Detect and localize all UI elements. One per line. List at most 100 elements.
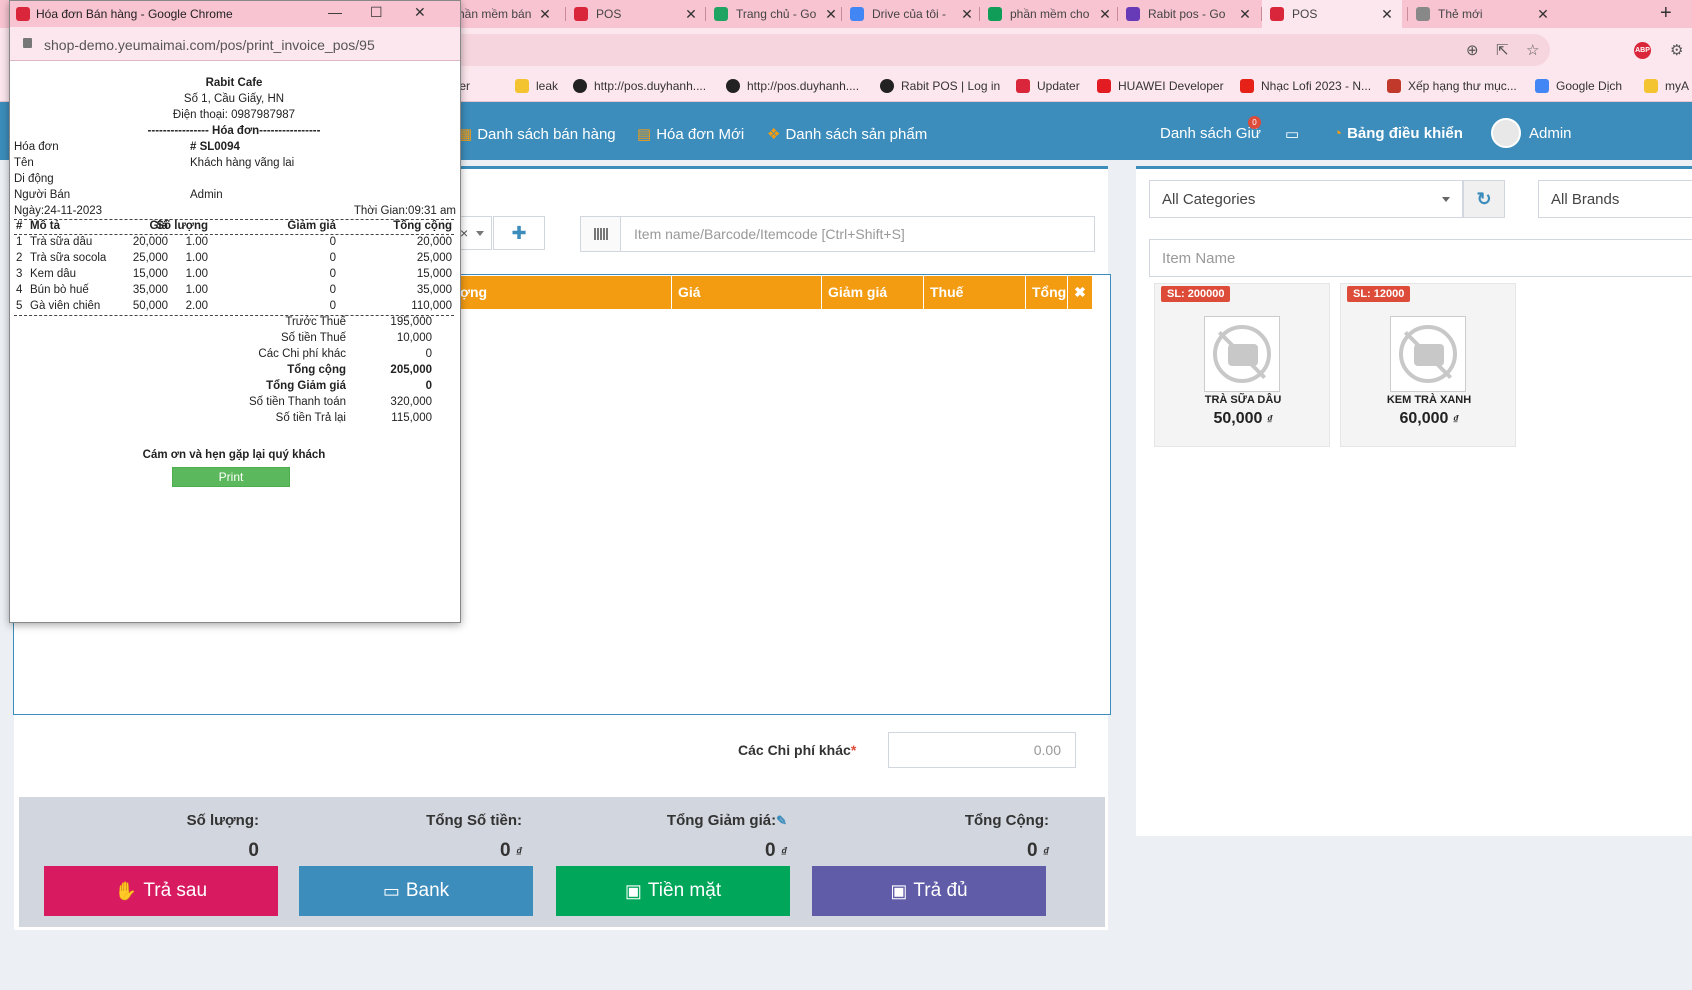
pay-full-button[interactable]: ▣ Trả đủ bbox=[812, 866, 1046, 916]
cash-button[interactable]: ▣ Tiền mặt bbox=[556, 866, 790, 916]
nav-new-invoice-label: Hóa đơn Mới bbox=[656, 125, 745, 143]
hand-icon: ✋ bbox=[114, 880, 138, 901]
browser-tab[interactable]: Drive của tôi - ✕ bbox=[842, 0, 982, 28]
invoice-total-value: 0 bbox=[425, 380, 432, 392]
bookmark-icon bbox=[1240, 79, 1254, 93]
close-tab-icon[interactable]: ✕ bbox=[1238, 6, 1252, 23]
bookmark-item[interactable]: myA bbox=[1644, 79, 1689, 93]
browser-tab[interactable]: Rabit pos - Go ✕ bbox=[1118, 0, 1260, 28]
print-button[interactable]: Print bbox=[172, 467, 290, 487]
bookmark-item[interactable]: Updater bbox=[1016, 79, 1080, 93]
invoice-total-label: Các Chi phí khác bbox=[258, 348, 346, 360]
button-label: Tiền mặt bbox=[647, 880, 722, 901]
nav-sales-list[interactable]: ▦ Danh sách bán hàng bbox=[458, 125, 616, 144]
bookmark-label: Updater bbox=[1037, 79, 1080, 93]
bookmark-item[interactable]: HUAWEI Developer bbox=[1097, 79, 1224, 93]
lock-icon bbox=[23, 38, 32, 48]
new-tab-button[interactable]: + bbox=[1660, 2, 1672, 25]
other-charges-input[interactable] bbox=[888, 732, 1076, 768]
held-count-badge: 0 bbox=[1248, 116, 1261, 129]
close-tab-icon[interactable]: ✕ bbox=[960, 6, 974, 23]
bookmark-label: Xếp hạng thư mục... bbox=[1408, 79, 1517, 93]
bank-button[interactable]: ▭ Bank bbox=[299, 866, 533, 916]
share-icon[interactable]: ⇱ bbox=[1496, 41, 1509, 59]
invoice-field-value: # SL0094 bbox=[190, 141, 240, 153]
close-tab-icon[interactable]: ✕ bbox=[684, 6, 698, 23]
barcode-input[interactable] bbox=[622, 217, 1092, 251]
invoice-field-label: Người Bán bbox=[14, 189, 71, 201]
address-bar[interactable] bbox=[440, 34, 1550, 66]
category-select[interactable]: All Categories bbox=[1149, 180, 1463, 218]
add-customer-button[interactable]: ✚ bbox=[493, 216, 545, 250]
button-label: Trả sau bbox=[143, 880, 208, 901]
monitor-icon[interactable]: ▭ bbox=[1285, 125, 1299, 143]
close-icon[interactable]: ✕ bbox=[414, 4, 426, 21]
refresh-button[interactable]: ↻ bbox=[1463, 180, 1505, 218]
tab-separator bbox=[1261, 7, 1262, 21]
invoice-field-label: Di động bbox=[14, 173, 54, 185]
invoice-total-value: 0 bbox=[425, 348, 432, 360]
bookmark-item[interactable]: http://pos.duyhanh.... bbox=[726, 79, 859, 93]
col-quantity: lượng bbox=[440, 276, 672, 309]
popup-url-bar[interactable]: shop-demo.yeumaimai.com/pos/print_invoic… bbox=[10, 27, 460, 61]
bookmark-item[interactable]: leak bbox=[515, 79, 558, 93]
avatar[interactable] bbox=[1491, 118, 1521, 148]
currency-symbol: ₫ bbox=[780, 845, 787, 859]
minimize-icon[interactable]: — bbox=[328, 4, 342, 20]
tab-favicon-icon bbox=[1270, 7, 1284, 21]
tab-title: Thẻ mới bbox=[1438, 7, 1483, 21]
bookmark-item[interactable]: Google Dịch bbox=[1535, 79, 1622, 93]
brand-select[interactable]: All Brands bbox=[1538, 180, 1692, 218]
bookmark-star-icon[interactable]: ☆ bbox=[1526, 41, 1539, 59]
invoice-total-value: 10,000 bbox=[396, 332, 432, 344]
nav-new-invoice[interactable]: ▤ Hóa đơn Mới bbox=[637, 125, 745, 144]
browser-tab[interactable]: Thẻ mới ✕ bbox=[1408, 0, 1558, 28]
divider bbox=[14, 234, 454, 235]
bookmark-item[interactable]: http://pos.duyhanh.... bbox=[573, 79, 706, 93]
bookmark-item[interactable]: Rabit POS | Log in bbox=[880, 79, 1000, 93]
zoom-icon[interactable]: ⊕ bbox=[1466, 41, 1479, 59]
browser-tab[interactable]: Trang chủ - Go ✕ bbox=[706, 0, 846, 28]
maximize-icon[interactable]: ☐ bbox=[370, 4, 383, 21]
bookmark-item[interactable]: Xếp hạng thư mục... bbox=[1387, 79, 1517, 93]
invoice-total-value: 205,000 bbox=[390, 364, 432, 376]
invoice-date: Ngày:24-11-2023 bbox=[14, 205, 103, 217]
browser-tab[interactable]: POS ✕ bbox=[1262, 0, 1402, 28]
nav-held-list[interactable]: Danh sách Giữ bbox=[1160, 125, 1261, 142]
invoice-cell: 1.00 bbox=[185, 284, 208, 296]
invoice-cell: Kem dâu bbox=[30, 268, 77, 280]
pay-later-button[interactable]: ✋ Trả sau bbox=[44, 866, 278, 916]
product-card[interactable]: SL: 200000 TRÀ SỮA DÂU 50,000 ₫ bbox=[1154, 283, 1330, 447]
browser-tab[interactable]: POS ✕ bbox=[566, 0, 706, 28]
bookmark-item[interactable]: Nhạc Lofi 2023 - N... bbox=[1240, 79, 1371, 93]
customer-select-arrow[interactable]: × bbox=[456, 216, 492, 250]
invoice-total-label: Tổng cộng bbox=[287, 364, 346, 376]
adblock-icon[interactable]: ABP bbox=[1634, 42, 1651, 59]
nav-dashboard[interactable]: ◔ Bảng điều khiển bbox=[1333, 125, 1463, 142]
invoice-cell: 20,000 bbox=[416, 236, 452, 248]
nav-product-list[interactable]: ❖ Danh sách sản phẩm bbox=[767, 125, 927, 144]
extensions-icon[interactable]: ⚙ bbox=[1670, 41, 1683, 59]
product-name: TRÀ SỮA DÂU bbox=[1204, 394, 1282, 406]
browser-tab[interactable]: phần mềm cho ✕ bbox=[980, 0, 1120, 28]
tab-title: Phần mềm bán bbox=[450, 7, 532, 21]
tab-separator bbox=[1407, 7, 1408, 21]
credit-card-icon: ▭ bbox=[382, 880, 400, 901]
close-tab-icon[interactable]: ✕ bbox=[1536, 6, 1550, 23]
close-tab-icon[interactable]: ✕ bbox=[824, 6, 838, 23]
close-tab-icon[interactable]: ✕ bbox=[1380, 6, 1394, 23]
close-tab-icon[interactable]: ✕ bbox=[1098, 6, 1112, 23]
cubes-icon: ❖ bbox=[767, 126, 781, 143]
user-menu[interactable]: Admin bbox=[1529, 125, 1572, 142]
summary-label-text: Tổng Số tiền: bbox=[426, 812, 522, 829]
product-card[interactable]: SL: 12000 KEM TRÀ XANH 60,000 ₫ bbox=[1340, 283, 1516, 447]
close-tab-icon[interactable]: ✕ bbox=[538, 6, 552, 23]
clear-cart-icon[interactable]: ✖ bbox=[1068, 276, 1092, 309]
bookmark-label: leak bbox=[536, 79, 559, 93]
invoice-cell: Trà sữa socola bbox=[30, 252, 107, 264]
edit-icon[interactable]: ✎ bbox=[776, 813, 787, 828]
invoice-cell: 35,000 bbox=[416, 284, 452, 296]
invoice-cell: 2 bbox=[16, 252, 23, 264]
item-name-input[interactable] bbox=[1149, 239, 1692, 277]
invoice-cell: Số lượng bbox=[156, 220, 208, 232]
